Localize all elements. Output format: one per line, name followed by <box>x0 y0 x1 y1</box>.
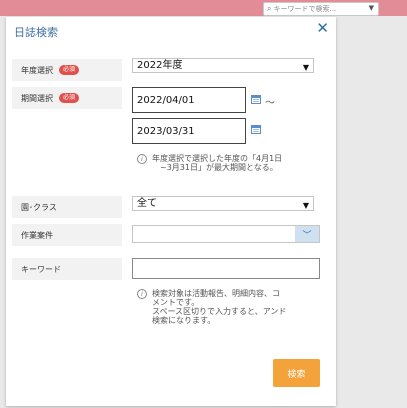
period-note: 年度選択で選択した年度の「4月1日 ~3月31日」が最大期間となる。 <box>152 154 282 172</box>
fiscal-year-label-text: 年度選択 <box>21 65 53 75</box>
keyword-label-text: キーワード <box>21 264 61 274</box>
class-label: 園･クラス <box>12 196 122 218</box>
period-label: 期間選択 必須 <box>12 87 122 109</box>
required-badge: 必須 <box>59 65 80 75</box>
period-separator: ～ <box>265 98 275 109</box>
chevron-down-icon: ▼ <box>302 201 309 210</box>
work-item-label: 作業案件 <box>12 224 122 246</box>
period-label-text: 期間選択 <box>21 93 53 103</box>
global-search-input[interactable]: ⌕ キーワードで検索... ▼ <box>263 2 379 16</box>
keyword-note-line2: メントです。 <box>152 298 200 307</box>
period-start-value: 2022/04/01 <box>137 94 195 106</box>
keyword-note: 検索対象は活動報告、明細内容、コ メントです。 スペース区切りで入力すると、アン… <box>152 289 286 325</box>
keyword-note-line3: スペース区切りで入力すると、アンド <box>152 307 287 316</box>
work-item-label-text: 作業案件 <box>21 230 53 240</box>
class-select[interactable]: 全て ▼ <box>132 196 314 211</box>
keyword-label: キーワード <box>12 258 122 280</box>
period-end-input[interactable]: 2023/03/31 <box>132 118 246 144</box>
class-value: 全て <box>137 198 157 209</box>
fiscal-year-value: 2022年度 <box>137 60 183 71</box>
calendar-icon[interactable] <box>251 125 261 134</box>
chevron-down-icon[interactable]: ▼ <box>369 4 374 12</box>
fiscal-year-select[interactable]: 2022年度 ▼ <box>132 58 314 73</box>
calendar-icon[interactable] <box>251 95 261 104</box>
info-icon: i <box>137 289 147 299</box>
keyword-note-line4: 検索になります。 <box>152 316 216 325</box>
close-icon[interactable]: ✕ <box>316 20 329 36</box>
work-item-combobox[interactable]: ﹀ <box>132 225 320 243</box>
dialog-title: 日誌検索 <box>14 26 58 39</box>
period-note-line2: ~3月31日」が最大期間となる。 <box>160 163 278 172</box>
period-end-value: 2023/03/31 <box>137 125 195 137</box>
diary-search-dialog: 日誌検索 ✕ 年度選択 必須 2022年度 ▼ 期間選択 必須 2022/04/… <box>6 17 336 406</box>
search-icon: ⌕ <box>267 4 272 13</box>
keyword-input[interactable] <box>132 258 320 279</box>
keyword-note-line1: 検索対象は活動報告、明細内容、コ <box>152 289 280 298</box>
period-start-input[interactable]: 2022/04/01 <box>132 87 246 113</box>
period-note-line1: 年度選択で選択した年度の「4月1日 <box>152 154 283 163</box>
info-icon: i <box>137 154 147 164</box>
required-badge: 必須 <box>59 93 80 103</box>
fiscal-year-label: 年度選択 必須 <box>12 59 122 81</box>
class-label-text: 園･クラス <box>21 202 57 212</box>
chevron-down-icon: ▼ <box>302 63 309 72</box>
global-search-placeholder: キーワードで検索... <box>273 5 337 13</box>
search-button[interactable]: 検索 <box>273 359 320 387</box>
chevron-down-icon[interactable]: ﹀ <box>295 226 319 242</box>
